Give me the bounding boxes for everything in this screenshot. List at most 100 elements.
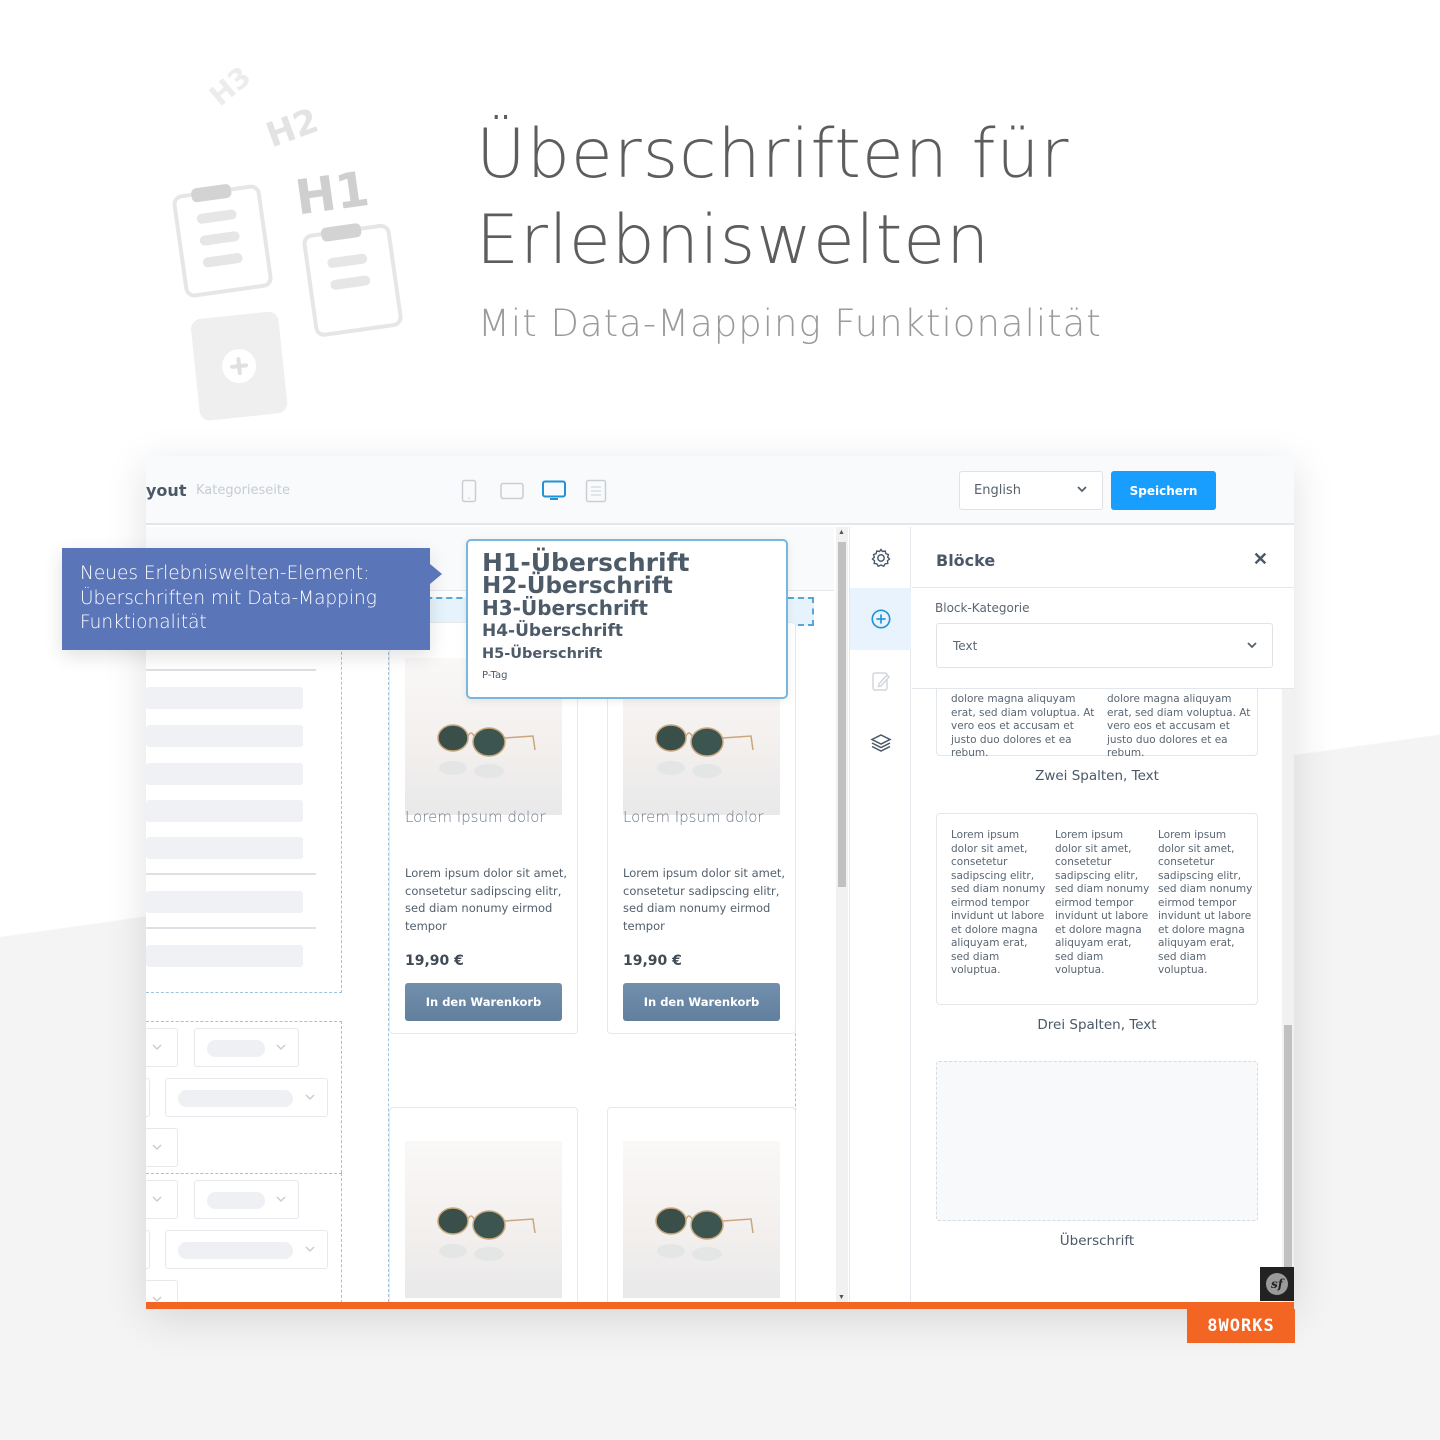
chevron-down-icon [152,1144,162,1151]
device-tablet-button[interactable] [499,478,525,504]
h2-label: H2 [261,101,324,156]
chevron-down-icon [1247,642,1257,649]
blocks-panel: Blöcke ✕ Block-Kategorie Text dolore mag… [912,527,1294,1305]
clipboard-icon [172,184,273,298]
sidebar-filter-placeholder [146,627,342,993]
block-preview-three-columns[interactable]: Lorem ipsum dolor sit amet, consetetur s… [936,813,1258,1005]
device-list-button[interactable] [583,478,609,504]
block-category-label: Block-Kategorie [935,601,1030,615]
block-category-value: Text [953,639,978,653]
device-smartphone-button[interactable] [456,478,482,504]
divider [146,873,316,875]
tool-rail [849,527,911,1305]
scroll-up-icon[interactable]: ▲ [838,529,845,536]
language-value: English [974,483,1021,498]
rail-add-block[interactable] [850,588,911,650]
scrollbar-thumb[interactable] [838,542,846,887]
divider [146,669,316,671]
rail-edit[interactable] [850,650,911,712]
product-name[interactable]: Lorem Ipsum dolor [623,808,764,826]
smartphone-icon [461,479,477,503]
heading-option-p[interactable]: P-Tag [482,666,772,686]
blocks-scrollbar[interactable] [1282,689,1294,1305]
brand-bar [146,1302,1294,1309]
hero-title: Überschriften für Erlebniswelten [476,112,1236,284]
block-category-select[interactable]: Text [936,623,1273,668]
rail-settings[interactable] [850,527,911,589]
product-description: Lorem ipsum dolor sit amet, consetetur s… [405,866,568,933]
edit-icon [871,672,890,691]
hero-subtitle: Mit Data-Mapping Funktionalität [478,302,1102,345]
placeholder-bar [146,763,303,785]
filter-block [146,1021,342,1173]
filter-select[interactable] [165,1230,328,1269]
h1-label: H1 [292,161,373,227]
product-card[interactable] [389,1107,578,1305]
symfony-toolbar-badge[interactable]: sf [1260,1267,1294,1301]
placeholder-pill [178,1090,293,1107]
language-select[interactable]: English [959,471,1103,510]
filter-select[interactable] [194,1028,299,1067]
filter-select[interactable] [165,1078,328,1117]
chevron-down-icon [305,1246,315,1253]
desktop-icon [542,480,566,500]
product-description: Lorem ipsum dolor sit amet, consetetur s… [623,866,786,933]
block-column-text: Lorem ipsum dolor sit amet, consetetur s… [1158,829,1253,976]
block-column-text: Lorem ipsum dolor sit amet, consetetur s… [1055,829,1150,976]
placeholder-bar [146,725,303,747]
filter-select[interactable] [146,1028,178,1067]
chevron-down-icon [305,1094,315,1101]
product-card[interactable] [607,1107,796,1305]
placeholder-bar [146,891,303,913]
blocks-panel-title: Blöcke [936,551,996,570]
divider [146,927,316,929]
heading-option-h4[interactable]: H4-Überschrift [482,620,772,643]
headings-illustration: H3 H2 H1 [172,60,403,421]
product-price: 19,90 € [405,953,464,969]
feature-callout: Neues Erlebniswelten-Element: Überschrif… [62,548,442,650]
list-view-icon [585,479,607,503]
heading-option-h1[interactable]: H1-Überschrift [482,550,772,575]
placeholder-bar [146,800,303,822]
block-column-text: Lorem ipsum dolor sit amet, consetetur s… [951,829,1046,976]
scroll-down-icon[interactable]: ▼ [838,1294,845,1301]
chevron-down-icon [276,1044,286,1051]
breadcrumb[interactable]: Kategorieseite [196,483,290,498]
block-caption: Zwei Spalten, Text [1035,768,1159,784]
blocks-list: dolore magna aliquyam erat, sed diam vol… [912,688,1294,1305]
filter-select[interactable] [146,1128,178,1167]
block-preview-two-columns[interactable]: dolore magna aliquyam erat, sed diam vol… [936,689,1258,759]
block-caption: Drei Spalten, Text [1037,1017,1157,1033]
brand-logo: 8WORKS [1187,1309,1295,1343]
app-header: yout Kategorieseite English Speichern [146,456,1294,525]
filter-select[interactable] [146,1078,150,1117]
add-circle-icon [870,609,891,629]
canvas-scrollbar[interactable]: ▲ ▼ [836,527,848,1303]
filter-select[interactable] [146,1180,178,1219]
filter-select[interactable] [194,1180,299,1219]
layers-icon [869,734,892,752]
chevron-down-icon [152,1196,162,1203]
hero-title-line: Überschriften für [476,115,1070,194]
h3-label: H3 [203,60,257,113]
filter-select[interactable] [146,1230,150,1269]
chevron-down-icon [152,1044,162,1051]
product-price: 19,90 € [623,953,682,969]
add-to-cart-button[interactable]: In den Warenkorb [405,983,562,1021]
heading-option-h5[interactable]: H5-Überschrift [482,643,772,666]
rail-layers[interactable] [850,712,911,774]
heading-option-h3[interactable]: H3-Überschrift [482,597,772,620]
placeholder-bar [146,837,303,859]
add-document-icon [191,311,288,421]
filter-block [146,1173,342,1305]
layout-title: yout [146,481,187,500]
add-to-cart-button[interactable]: In den Warenkorb [623,983,780,1021]
heading-option-h2[interactable]: H2-Überschrift [482,575,772,598]
scrollbar-thumb[interactable] [1284,1025,1292,1295]
product-name[interactable]: Lorem Ipsum dolor [405,808,546,826]
device-desktop-button[interactable] [541,478,567,504]
block-preview-heading[interactable] [936,1061,1258,1221]
save-button[interactable]: Speichern [1111,471,1216,510]
symfony-logo-icon: sf [1266,1273,1288,1295]
close-icon[interactable]: ✕ [1253,549,1268,570]
